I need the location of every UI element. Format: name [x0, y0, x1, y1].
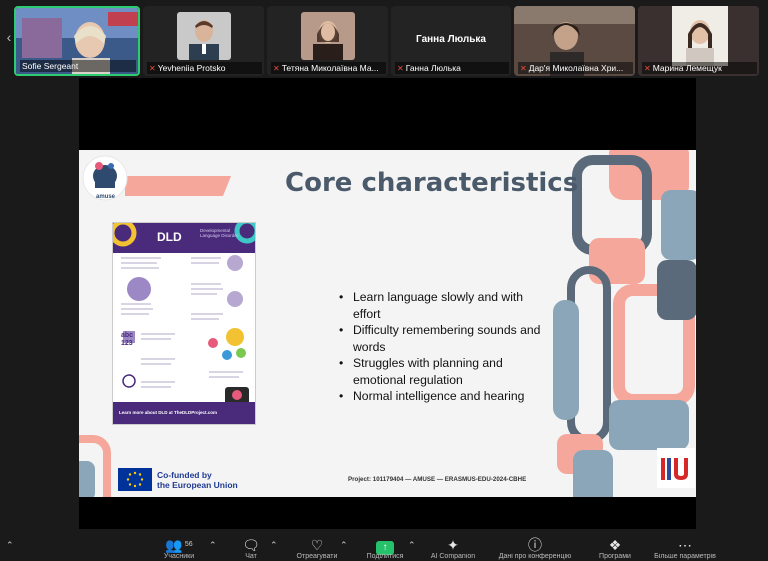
slide-title: Core characteristics: [285, 168, 579, 198]
react-button[interactable]: ♡ Отреагувати: [288, 537, 346, 561]
participant-name: ✕ Yevheniia Protsko: [147, 62, 262, 74]
dld-infographic: DLD Developmental Language Disorder abc …: [112, 222, 256, 425]
more-label: Більше параметрів: [654, 553, 716, 560]
dld-header: DLD Developmental Language Disorder: [113, 223, 255, 253]
mic-muted-icon: ✕: [397, 64, 404, 73]
dld-body: [121, 255, 249, 405]
participants-icon: 👥 56: [165, 537, 193, 553]
eu-flag-icon: [118, 468, 152, 491]
dld-footer: Learn more about DLD at TheDLDProject.co…: [113, 402, 255, 424]
more-button[interactable]: ⋯ Більше параметрів: [652, 537, 718, 561]
meeting-info-button[interactable]: ⓘ Дані про конференцію: [490, 537, 580, 561]
amuse-logo-text: amuse: [96, 194, 116, 200]
ai-sparkle-icon: ✦: [447, 537, 459, 553]
react-icon: ♡: [310, 537, 324, 553]
apps-button[interactable]: ❖ Програми: [586, 537, 644, 561]
participant-strip: ‹ Sofie Sergeant ✕ Yevheniia Protsko ✕ Т…: [7, 4, 762, 76]
meeting-toolbar: ⌃ 👥 56 Учасники ⌃ 🗨 Чат ⌃ ♡ Отреагувати ⌃…: [0, 533, 768, 561]
mic-muted-icon: ✕: [644, 64, 651, 73]
avatar: [300, 12, 355, 60]
presentation-slide: amuse Core characteristics DLD Developme…: [79, 150, 696, 497]
mic-muted-icon: ✕: [149, 64, 156, 73]
more-icon: ⋯: [678, 537, 692, 553]
dld-footer-text: Learn more about DLD at TheDLDProject.co…: [119, 410, 218, 415]
mic-muted-icon: ✕: [520, 64, 527, 73]
participant-center-label: Ганна Люлька: [416, 34, 486, 45]
bullet-item: Struggles with planning and emotional re…: [337, 355, 547, 388]
mic-options-caret-icon[interactable]: ⌃: [6, 540, 14, 551]
participant-tile-yevheniia[interactable]: ✕ Yevheniia Protsko: [143, 6, 264, 76]
react-label: Отреагувати: [296, 553, 338, 560]
eu-cofunded-text: Co-funded by the European Union: [157, 470, 238, 490]
chat-caret-icon[interactable]: ⌃: [270, 540, 278, 551]
share-icon: ↑: [356, 537, 414, 555]
participant-name: ✕ Марина Лемещук: [642, 62, 757, 74]
apps-label: Програми: [599, 553, 631, 560]
participant-name: ✕ Ганна Люлька: [395, 62, 509, 74]
mic-muted-icon: ✕: [273, 64, 280, 73]
participant-tile-maryna[interactable]: ✕ Марина Лемещук: [638, 6, 759, 76]
dld-title: DLD: [157, 230, 182, 244]
participant-tile-hanna[interactable]: Ганна Люлька ✕ Ганна Люлька: [391, 6, 511, 76]
participant-tile-darya[interactable]: ✕ Дар'я Миколаївна Хри...: [514, 6, 635, 76]
share-button[interactable]: ↑ Поділитися: [356, 537, 414, 561]
info-icon: ⓘ: [528, 537, 542, 553]
participant-name: ✕ Тетяна Миколаївна Ма...: [271, 62, 386, 74]
avatar: [176, 12, 231, 60]
ai-companion-button[interactable]: ✦ AI Companion: [424, 537, 482, 561]
dld-subtitle: Developmental Language Disorder: [200, 228, 239, 238]
share-caret-icon[interactable]: ⌃: [408, 540, 416, 551]
slide-decoration-left: [79, 435, 111, 497]
slide-bullet-list: Learn language slowly and with effort Di…: [337, 289, 547, 405]
participants-label: Учасники: [163, 553, 195, 560]
dld-123: 123: [121, 340, 133, 347]
participants-caret-icon[interactable]: ⌃: [209, 540, 217, 551]
meeting-info-label: Дані про конференцію: [498, 553, 572, 560]
project-footer: Project: 101179404 — AMUSE — ERASMUS-EDU…: [348, 476, 527, 483]
shared-screen: amuse Core characteristics DLD Developme…: [79, 78, 696, 529]
bullet-item: Normal intelligence and hearing: [337, 388, 547, 405]
participants-count: 56: [184, 541, 193, 548]
slide-decoration-right: [553, 150, 696, 497]
share-label: Поділитися: [366, 553, 404, 560]
dld-abc: abc: [121, 332, 134, 339]
apps-icon: ❖: [608, 537, 622, 553]
participant-tile-sofie[interactable]: Sofie Sergeant: [14, 6, 140, 76]
chat-label: Чат: [245, 553, 257, 560]
participant-tile-tetiana[interactable]: ✕ Тетяна Миколаївна Ма...: [267, 6, 388, 76]
react-caret-icon[interactable]: ⌃: [340, 540, 348, 551]
iu-logo: [657, 448, 695, 488]
ai-companion-label: AI Companion: [430, 553, 476, 560]
zoom-meeting-window: ‹ Sofie Sergeant ✕ Yevheniia Protsko ✕ Т…: [0, 0, 768, 561]
bullet-item: Learn language slowly and with effort: [337, 289, 547, 322]
participants-button[interactable]: 👥 56 Учасники: [150, 537, 208, 561]
participant-name: Sofie Sergeant: [20, 60, 136, 72]
participant-name: ✕ Дар'я Миколаївна Хри...: [518, 62, 633, 74]
bullet-item: Difficulty remembering sounds and words: [337, 322, 547, 355]
